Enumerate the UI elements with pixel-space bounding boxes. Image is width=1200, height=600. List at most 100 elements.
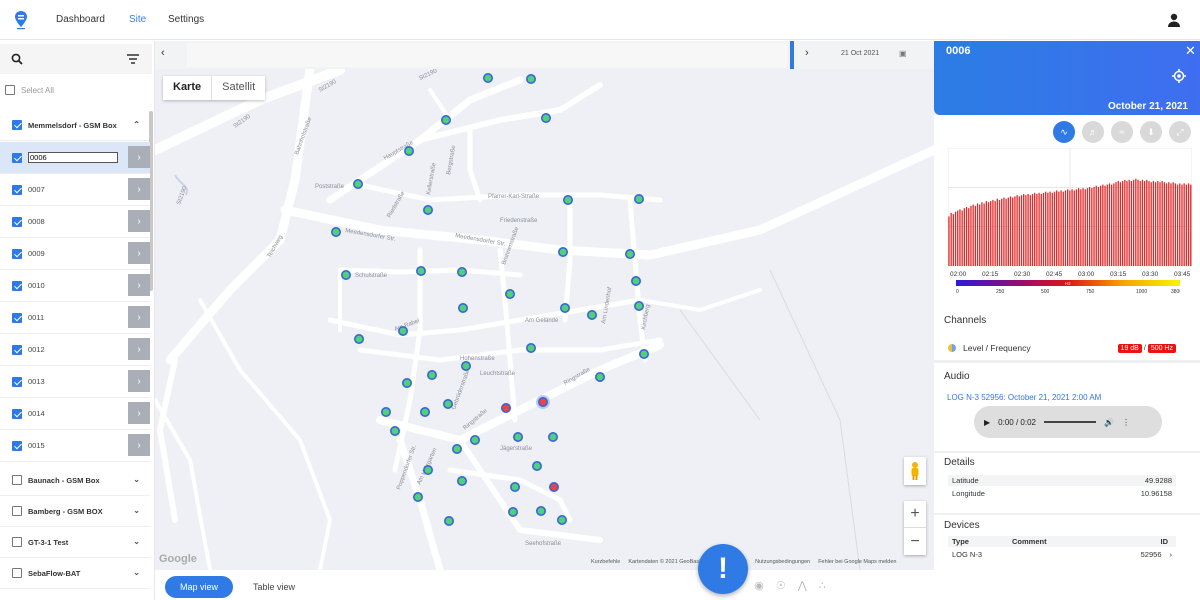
calendar-icon[interactable]: ▣ (899, 49, 907, 58)
sensor-marker[interactable] (389, 425, 400, 436)
chevron-right-icon[interactable]: › (128, 178, 150, 200)
alarm-marker[interactable] (548, 481, 559, 492)
sensor-marker[interactable] (340, 269, 351, 280)
chevron-right-icon[interactable]: › (128, 370, 150, 392)
sensor-marker[interactable] (352, 179, 363, 190)
sensor-marker[interactable] (451, 443, 462, 454)
list-item[interactable]: 0009 › (0, 238, 150, 270)
chevron-right-icon[interactable]: › (128, 210, 150, 232)
sensor-marker[interactable] (504, 288, 515, 299)
chevron-down-icon[interactable]: ⌄ (133, 568, 140, 577)
gear-icon[interactable] (1172, 69, 1186, 83)
volume-icon[interactable]: 🔊 (1104, 418, 1114, 427)
group-memmelsdorf[interactable]: Memmelsdorf - GSM Box ⌃ (0, 110, 150, 141)
sensor-marker[interactable] (457, 302, 468, 313)
timeline-track[interactable] (187, 43, 787, 67)
play-icon[interactable]: ▶ (984, 418, 990, 427)
sensor-marker[interactable] (469, 434, 480, 445)
sensor-marker[interactable] (594, 371, 605, 382)
checkbox-icon[interactable] (12, 568, 22, 578)
map-type-satellite-button[interactable]: Satellit (211, 76, 265, 100)
chevron-down-icon[interactable]: ⌄ (133, 475, 140, 484)
sensor-marker[interactable] (512, 431, 523, 442)
checkbox-icon[interactable] (12, 376, 22, 387)
sensor-marker[interactable] (456, 266, 467, 277)
group-item[interactable]: Baunach - GSM Box ⌄ (0, 465, 150, 496)
sensor-marker[interactable] (531, 460, 542, 471)
checkbox-icon[interactable] (12, 152, 22, 163)
pulse-tool-icon[interactable]: ≈ (1111, 121, 1133, 143)
sensor-marker[interactable] (426, 369, 437, 380)
chevron-right-icon[interactable]: › (128, 274, 150, 296)
sensor-marker[interactable] (380, 406, 391, 417)
list-item[interactable]: 0007 › (0, 174, 150, 206)
volume-tool-icon[interactable]: ♬ (1082, 121, 1104, 143)
close-icon[interactable]: ✕ (1185, 43, 1196, 59)
list-item[interactable]: 0008 › (0, 206, 150, 238)
attribution-report-link[interactable]: Fehler bei Google Maps melden (818, 559, 896, 565)
checkbox-icon[interactable] (12, 475, 22, 485)
nav-settings[interactable]: Settings (168, 14, 204, 25)
attribution-shortcuts-link[interactable]: Kurzbefehle (591, 559, 620, 565)
download-tool-icon[interactable]: ⬇ (1140, 121, 1162, 143)
sensor-marker[interactable] (633, 194, 644, 205)
checkbox-icon[interactable] (12, 184, 22, 195)
sensor-marker[interactable] (422, 464, 433, 475)
sensor-marker[interactable] (630, 275, 641, 286)
sensor-marker[interactable] (556, 514, 567, 525)
street-view-pegman-icon[interactable] (904, 457, 926, 485)
sensor-marker[interactable] (633, 300, 644, 311)
list-item[interactable]: 0014 › (0, 398, 150, 430)
table-view-button[interactable]: Table view (253, 582, 295, 592)
sensor-marker[interactable] (442, 398, 453, 409)
list-item[interactable]: 0013 › (0, 366, 150, 398)
cluster-icon[interactable]: ◉ (754, 579, 764, 592)
map-view-button[interactable]: Map view (165, 576, 233, 598)
select-all-checkbox[interactable]: Select All (5, 85, 54, 95)
checkbox-icon[interactable] (12, 344, 22, 355)
group-item[interactable]: Bamberg - GSM BOX ⌄ (0, 496, 150, 527)
map-canvas[interactable]: St2190 St2190 St2190 St2190 Bahnhofstraße Hau… (155, 69, 934, 570)
checkbox-icon[interactable] (12, 216, 22, 227)
sensor-marker[interactable] (456, 475, 467, 486)
chevron-right-icon[interactable]: › (1170, 550, 1173, 559)
checkbox-icon[interactable] (12, 248, 22, 259)
chevron-right-icon[interactable]: › (128, 338, 150, 360)
channel-row[interactable]: Level / Frequency 19 dB / 500 Hz (948, 341, 1176, 355)
sensor-marker[interactable] (562, 195, 573, 206)
search-bar[interactable] (0, 44, 152, 74)
chevron-right-icon[interactable]: › (128, 306, 150, 328)
sensor-marker[interactable] (559, 302, 570, 313)
sensor-marker[interactable] (330, 227, 341, 238)
sensor-marker[interactable] (540, 113, 551, 124)
sensor-marker[interactable] (422, 205, 433, 216)
checkbox-icon[interactable] (12, 312, 22, 323)
audio-progress-slider[interactable] (1043, 421, 1096, 423)
alert-button[interactable]: ! (698, 544, 748, 594)
checkbox-icon[interactable] (12, 280, 22, 291)
list-item[interactable]: 0012 › (0, 334, 150, 366)
sensor-marker[interactable] (535, 505, 546, 516)
scatter-icon[interactable]: ∴ (819, 579, 826, 592)
checkbox-icon[interactable] (12, 506, 22, 516)
timeline-prev-button[interactable]: ‹ (161, 47, 165, 59)
chevron-right-icon[interactable]: › (128, 146, 150, 168)
nav-dashboard[interactable]: Dashboard (56, 14, 105, 25)
sensor-marker[interactable] (397, 325, 408, 336)
group-item[interactable]: SebaFlow-BAT ⌄ (0, 558, 150, 589)
search-icon[interactable] (11, 53, 23, 65)
checkbox-icon[interactable] (12, 440, 22, 451)
item-name-input[interactable] (28, 152, 118, 163)
chevron-right-icon[interactable]: › (128, 242, 150, 264)
sensor-marker[interactable] (525, 74, 536, 85)
attribution-terms-link[interactable]: Nutzungsbedingungen (755, 559, 810, 565)
timeline-date[interactable]: 21 Oct 2021 (841, 50, 879, 57)
sensor-marker[interactable] (586, 309, 597, 320)
timeline-next-button[interactable]: › (805, 47, 809, 59)
list-item[interactable]: › (0, 142, 150, 174)
sensor-marker[interactable] (415, 265, 426, 276)
network-icon[interactable]: ☉ (776, 579, 786, 592)
checkbox-icon[interactable] (12, 120, 22, 130)
sensor-marker[interactable] (460, 360, 471, 371)
timeline-current-marker[interactable] (790, 41, 794, 69)
